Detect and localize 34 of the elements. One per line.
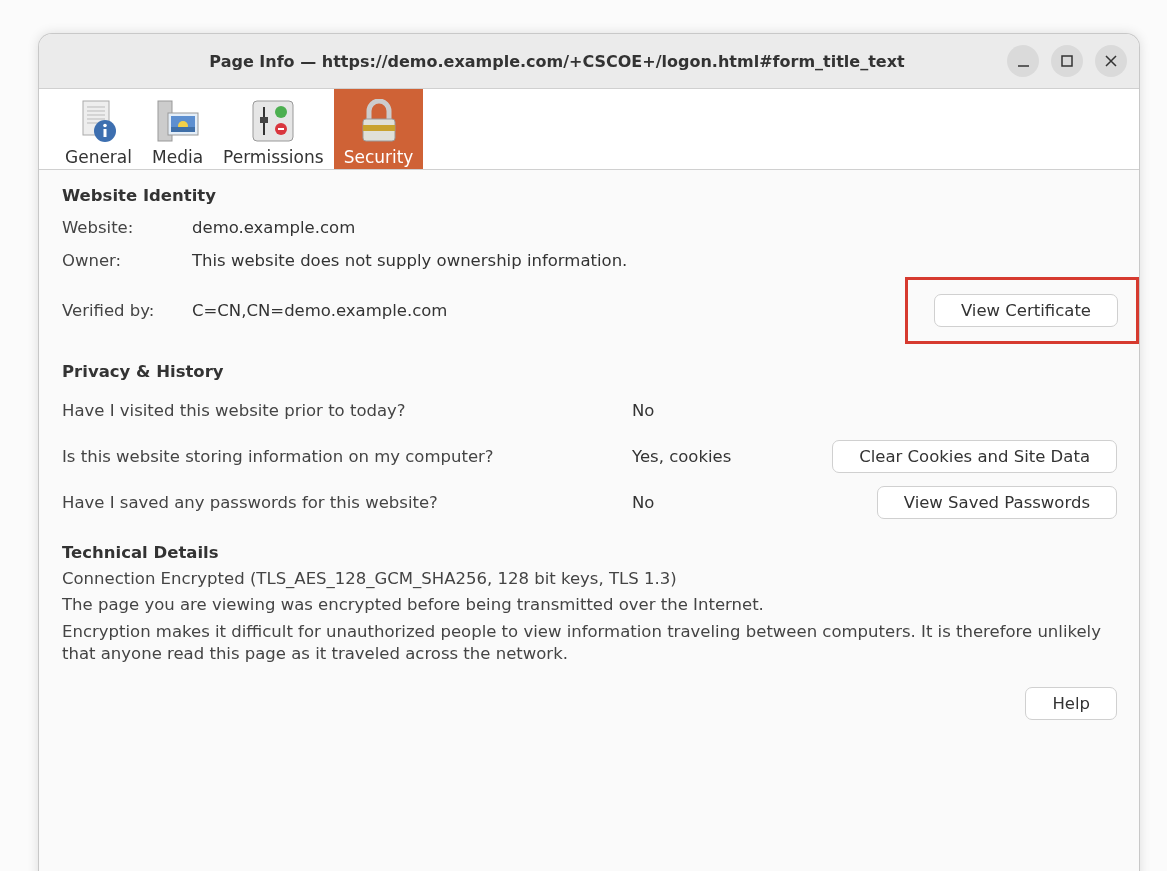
help-button[interactable]: Help [1025, 687, 1117, 721]
details-text: Connection Encrypted (TLS_AES_128_GCM_SHA256, 128 bit keys, TLS 1.3) [62, 568, 678, 590]
minimize-icon [1017, 64, 1029, 67]
action-button[interactable]: View Saved Passwords [876, 485, 1117, 519]
action-button[interactable]: Clear Cookies and Site Data [832, 439, 1117, 473]
field-value: This website does not supply ownership information. [192, 251, 629, 270]
maximize-button[interactable] [1051, 45, 1083, 77]
answer-text: No [632, 492, 656, 512]
window-title: Page Info — https://demo.example.com/+CSCOE+/logon.html#form_title_text [208, 51, 906, 71]
answer-text: Yes, cookies [632, 446, 733, 466]
maximize-icon [1061, 55, 1073, 67]
close-icon [1105, 55, 1117, 67]
question-text: Have I saved any passwords for this website? [62, 492, 439, 512]
tab[interactable]: Security [333, 89, 424, 169]
question-text: Have I visited this website prior to today? [62, 400, 407, 420]
settings-checklist-icon [251, 99, 296, 143]
view-certificate-button[interactable]: View Certificate [933, 294, 1118, 327]
section-heading: Privacy & History [62, 362, 225, 381]
field-value: demo.example.com [192, 218, 357, 237]
field-label: Website: [62, 218, 135, 237]
field-label: Owner: [62, 251, 123, 270]
tab[interactable]: Permissions [213, 89, 334, 169]
tab[interactable]: General [55, 89, 142, 169]
minimize-button[interactable] [1007, 45, 1039, 77]
question-text: Is this website storing information on my computer? [62, 446, 495, 466]
section-heading: Website Identity [62, 186, 217, 205]
close-button[interactable] [1095, 45, 1127, 77]
tab[interactable]: Media [142, 89, 214, 169]
answer-text: No [632, 400, 656, 420]
section-heading: Technical Details [62, 543, 220, 562]
details-text: Encryption makes it difficult for unauthorized people to view information traveling between computers. It is therefore unlikely that anyone read this page as it traveled across the network. [62, 620, 1102, 665]
field-label: Verified by: [62, 301, 156, 320]
field-value: C=CN,CN=demo.example.com [192, 301, 449, 320]
details-text: The page you are viewing was encrypted before being transmitted over the Internet. [62, 594, 765, 617]
